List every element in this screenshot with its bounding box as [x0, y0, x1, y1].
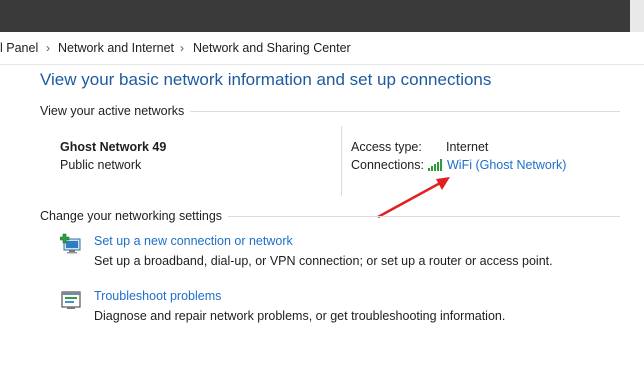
access-type-value: Internet — [446, 140, 489, 154]
column-divider — [341, 126, 342, 196]
access-type-label: Access type: — [351, 140, 422, 154]
titlebar-edge — [630, 0, 644, 32]
setup-connection-link[interactable]: Set up a new connection or network — [94, 234, 293, 248]
address-bar[interactable]: l Panel › Network and Internet › Network… — [0, 32, 644, 65]
new-connection-icon — [60, 233, 81, 254]
breadcrumb-separator-icon: › — [180, 41, 184, 55]
page-title: View your basic network information and … — [40, 70, 492, 89]
window-titlebar — [0, 0, 644, 32]
troubleshoot-description: Diagnose and repair network problems, or… — [94, 309, 506, 323]
wifi-connection-link[interactable]: WiFi (Ghost Network) — [447, 158, 566, 172]
setup-connection-description: Set up a broadband, dial-up, or VPN conn… — [94, 254, 553, 268]
breadcrumb-control-panel[interactable]: l Panel — [0, 41, 38, 55]
network-category: Public network — [60, 158, 142, 172]
network-name: Ghost Network 49 — [60, 140, 167, 154]
breadcrumb-network-internet[interactable]: Network and Internet — [58, 41, 174, 55]
breadcrumb-separator-icon: › — [46, 41, 50, 55]
breadcrumb-sharing-center[interactable]: Network and Sharing Center — [193, 41, 351, 55]
active-networks-header: View your active networks — [40, 104, 191, 118]
troubleshoot-icon — [61, 291, 81, 309]
troubleshoot-link[interactable]: Troubleshoot problems — [94, 289, 221, 303]
networking-settings-header: Change your networking settings — [40, 209, 229, 223]
